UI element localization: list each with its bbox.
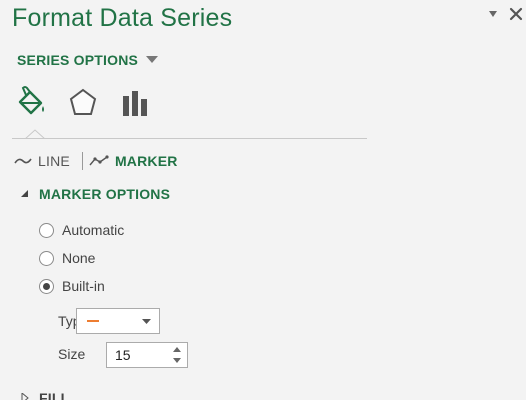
tab-marker-label: MARKER: [114, 153, 178, 169]
radio-button[interactable]: [39, 222, 54, 238]
chevron-down-icon: [142, 319, 151, 324]
marker-line-icon: [89, 155, 109, 166]
radio-automatic[interactable]: Automatic: [39, 222, 124, 238]
spin-up-icon[interactable]: [173, 347, 181, 353]
format-data-series-pane: Format Data Series SERIES OPTIONS LINE M…: [0, 0, 526, 400]
radio-built-in[interactable]: Built-in: [39, 278, 105, 294]
line-icon: [14, 158, 32, 164]
tab-marker[interactable]: MARKER: [89, 153, 178, 169]
fill-section[interactable]: FILL: [21, 390, 69, 400]
pane-title: Format Data Series: [12, 4, 233, 32]
series-options-label: SERIES OPTIONS: [17, 52, 139, 68]
tab-divider: [12, 138, 367, 139]
marker-options-header: MARKER OPTIONS: [39, 186, 171, 202]
radio-none[interactable]: None: [39, 250, 95, 266]
size-label: Size: [58, 346, 86, 362]
collapse-triangle-icon: [21, 190, 28, 197]
chevron-down-icon: [146, 56, 159, 63]
close-icon[interactable]: [508, 6, 524, 22]
line-marker-tabs: LINE MARKER: [14, 151, 178, 171]
marker-type-select[interactable]: [76, 308, 160, 334]
tab-separator: [81, 152, 83, 170]
series-options-dropdown[interactable]: SERIES OPTIONS: [17, 52, 159, 68]
radio-label-automatic: Automatic: [62, 222, 125, 238]
fill-header: FILL: [39, 390, 70, 400]
marker-size-spinner[interactable]: 15: [106, 342, 188, 368]
size-value[interactable]: 15: [115, 347, 131, 363]
radio-label-none: None: [62, 250, 96, 266]
spin-down-icon[interactable]: [173, 358, 181, 364]
marker-options-section[interactable]: MARKER OPTIONS: [21, 186, 170, 202]
radio-button[interactable]: [39, 250, 54, 266]
marker-type-swatch: [87, 320, 99, 322]
radio-label-built-in: Built-in: [62, 278, 105, 294]
expand-triangle-icon: [21, 393, 29, 400]
pentagon-effects-icon[interactable]: [66, 86, 100, 120]
radio-button[interactable]: [39, 278, 54, 294]
tab-line[interactable]: LINE: [14, 153, 70, 169]
paint-bucket-icon[interactable]: [14, 84, 48, 118]
tab-line-label: LINE: [38, 153, 70, 169]
pin-dropdown-icon[interactable]: [487, 8, 499, 20]
bar-chart-icon[interactable]: [118, 86, 152, 120]
